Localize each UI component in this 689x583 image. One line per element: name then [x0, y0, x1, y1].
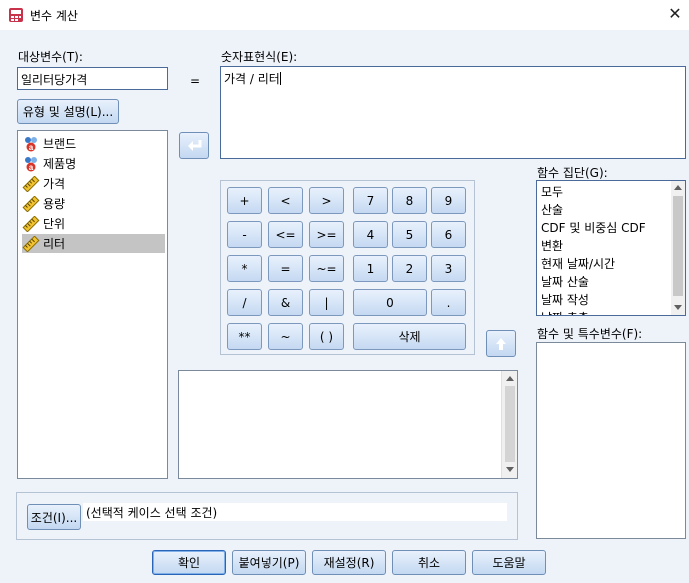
function-group-item[interactable]: 모두	[541, 183, 563, 200]
curved-left-arrow-icon	[188, 139, 202, 151]
nominal-icon: a	[22, 156, 40, 172]
variable-list-item[interactable]: 용량	[22, 194, 165, 213]
variable-name: 용량	[43, 197, 66, 211]
function-group-item[interactable]: 날짜 산술	[541, 273, 589, 290]
calc-key[interactable]: ~=	[309, 255, 344, 282]
calc-key[interactable]: 5	[392, 221, 427, 248]
calc-key[interactable]: >	[309, 187, 344, 214]
calc-key[interactable]: -	[227, 221, 262, 248]
function-group-item[interactable]: 변환	[541, 237, 563, 254]
calc-key[interactable]: /	[227, 289, 262, 316]
calc-key[interactable]: 1	[353, 255, 388, 282]
scale-ruler-icon	[22, 195, 40, 212]
calc-key[interactable]: 7	[353, 187, 388, 214]
variable-list-item[interactable]: a 제품명	[22, 154, 165, 173]
svg-text:a: a	[29, 143, 34, 152]
scroll-down-arrow-icon[interactable]	[506, 467, 514, 472]
calc-key[interactable]: 0	[353, 289, 427, 316]
equals-sign: =	[190, 74, 201, 88]
calc-key[interactable]: <	[268, 187, 303, 214]
condition-button[interactable]: 조건(I)...	[27, 504, 81, 530]
up-arrow-icon	[496, 337, 506, 350]
title-bar	[0, 0, 689, 30]
ok-button[interactable]: 확인	[152, 550, 226, 575]
function-group-list[interactable]: 모두산술CDF 및 비중심 CDF변환현재 날짜/시간날짜 산술날짜 작성날짜 …	[536, 180, 686, 316]
cancel-button[interactable]: 취소	[392, 550, 466, 575]
scale-ruler-icon	[22, 215, 40, 232]
scroll-up-arrow-icon[interactable]	[506, 376, 514, 381]
calc-key[interactable]: *	[227, 255, 262, 282]
calc-key[interactable]: ~	[268, 323, 303, 350]
variable-list-item[interactable]: a 브랜드	[22, 134, 165, 153]
variable-name: 제품명	[43, 157, 77, 171]
calc-key[interactable]: 3	[431, 255, 466, 282]
variable-name: 단위	[43, 217, 66, 231]
function-group-item[interactable]: CDF 및 비중심 CDF	[541, 219, 646, 236]
calc-key[interactable]: 삭제	[353, 323, 466, 350]
scroll-up-arrow-icon[interactable]	[674, 185, 682, 190]
nominal-icon: a	[22, 136, 40, 152]
target-variable-label: 대상변수(T):	[18, 50, 83, 64]
calc-key[interactable]: ( )	[309, 323, 344, 350]
variable-name: 리터	[43, 237, 66, 251]
function-group-item[interactable]: 현재 날짜/시간	[541, 255, 615, 272]
function-group-item[interactable]: 날짜 작성	[541, 291, 589, 308]
calc-key[interactable]: 4	[353, 221, 388, 248]
variable-name: 브랜드	[43, 137, 77, 151]
function-group-item[interactable]: 산술	[541, 201, 563, 218]
compute-variable-app-icon	[9, 8, 23, 22]
calc-key[interactable]: **	[227, 323, 262, 350]
calc-key[interactable]: >=	[309, 221, 344, 248]
numeric-expression-label: 숫자표현식(E):	[221, 50, 298, 64]
variable-name: 가격	[43, 177, 66, 191]
function-group-item[interactable]: 날짜 추출	[541, 309, 589, 315]
scale-ruler-icon	[22, 175, 40, 192]
reset-button[interactable]: 재설정(R)	[312, 550, 386, 575]
calc-key[interactable]: <=	[268, 221, 303, 248]
text-cursor	[279, 72, 281, 85]
calc-key[interactable]: &	[268, 289, 303, 316]
svg-text:a: a	[29, 163, 34, 172]
scroll-thumb[interactable]	[673, 196, 683, 296]
variable-list-item[interactable]: 가격	[22, 174, 165, 193]
condition-text: (선택적 케이스 선택 조건)	[83, 503, 507, 521]
scale-ruler-icon	[22, 235, 40, 252]
calc-key[interactable]: .	[431, 289, 466, 316]
functions-label: 함수 및 특수변수(F):	[537, 327, 643, 341]
help-button[interactable]: 도움말	[472, 550, 546, 575]
numeric-expression-text: 가격 / 리터	[224, 72, 280, 86]
scroll-down-arrow-icon[interactable]	[674, 305, 682, 310]
function-description-box	[178, 370, 518, 479]
target-variable-input[interactable]: 일리터당가격	[17, 67, 168, 90]
variable-list[interactable]: a 브랜드 a 제품명가격용량단위리터	[17, 130, 168, 479]
window-title: 변수 계산	[30, 9, 78, 23]
function-group-scrollbar[interactable]	[671, 181, 685, 315]
numeric-expression-input[interactable]: 가격 / 리터	[220, 66, 686, 159]
type-and-label-button[interactable]: 유형 및 설명(L)...	[17, 99, 119, 124]
functions-list[interactable]	[536, 342, 686, 539]
move-variable-button[interactable]	[179, 132, 209, 159]
calc-key[interactable]: =	[268, 255, 303, 282]
calc-key[interactable]: 6	[431, 221, 466, 248]
variable-list-item[interactable]: 리터	[22, 234, 165, 253]
scroll-thumb[interactable]	[505, 386, 515, 462]
calc-key[interactable]: 8	[392, 187, 427, 214]
calc-key[interactable]: 9	[431, 187, 466, 214]
function-group-label: 함수 집단(G):	[537, 166, 608, 180]
calc-key[interactable]: 2	[392, 255, 427, 282]
close-icon[interactable]: ✕	[666, 4, 684, 23]
paste-button[interactable]: 붙여넣기(P)	[232, 550, 306, 575]
calc-key[interactable]: +	[227, 187, 262, 214]
variable-list-item[interactable]: 단위	[22, 214, 165, 233]
insert-function-button[interactable]	[486, 330, 516, 357]
description-scrollbar[interactable]	[501, 371, 517, 478]
calc-key[interactable]: |	[309, 289, 344, 316]
